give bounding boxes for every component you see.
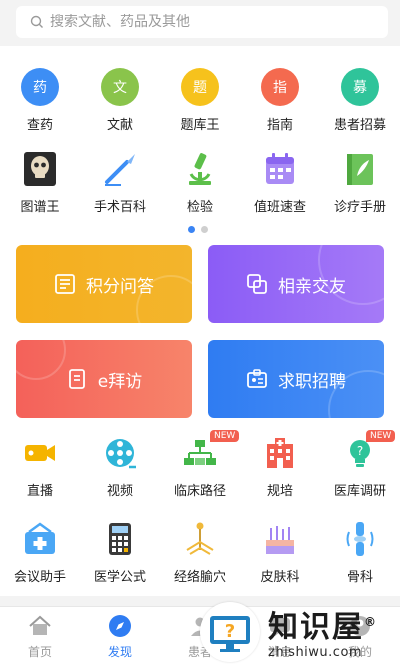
live-camera-icon — [25, 445, 55, 461]
page-dot[interactable] — [201, 226, 208, 233]
service-label: 规培 — [266, 484, 293, 499]
matchmaking-card[interactable]: 相亲交友 — [208, 245, 384, 323]
tool-literature[interactable]: 文 文献 — [80, 68, 160, 133]
home-icon — [29, 615, 51, 635]
tool-label: 图谱王 — [20, 200, 60, 215]
document-icon — [68, 369, 85, 389]
tool-guide[interactable]: 指 指南 — [240, 68, 320, 133]
chat-cards-icon — [247, 274, 267, 294]
id-card-icon — [247, 369, 267, 388]
watermark-title: 知识屋® — [268, 609, 378, 645]
service-acupoints[interactable]: 经络腧穴 — [160, 520, 240, 585]
patient-recruit-icon: 募 — [341, 68, 379, 106]
tool-label: 患者招募 — [333, 118, 386, 133]
tool-label: 题库王 — [180, 118, 220, 133]
service-label: 视频 — [106, 484, 133, 499]
job-search-card[interactable]: 求职招聘 — [208, 340, 384, 418]
new-badge: NEW — [366, 430, 396, 442]
scalpel-icon — [105, 154, 135, 186]
svg-text:?: ? — [225, 621, 235, 642]
search-icon — [30, 15, 43, 28]
service-meeting-assistant[interactable]: 会议助手 — [0, 520, 80, 585]
tab-label: 发现 — [107, 645, 132, 659]
page-dot-active[interactable] — [188, 226, 195, 233]
card-decoration — [16, 340, 66, 380]
list-icon — [55, 274, 75, 294]
watermark-url: zhishiwu.com — [268, 644, 363, 660]
quick-tools-row-2: 图谱王 手术百科 检验 值班速查 诊疗手册 — [0, 150, 400, 215]
watermark-logo: ? — [200, 602, 260, 662]
tool-label: 手术百科 — [93, 200, 146, 215]
svg-text:?: ? — [357, 444, 363, 458]
service-dermatology[interactable]: 皮肤科 — [240, 520, 320, 585]
tool-label: 查药 — [26, 118, 53, 133]
literature-icon: 文 — [101, 68, 139, 106]
acupoint-icon — [186, 522, 214, 555]
film-reel-icon — [106, 439, 136, 469]
meeting-kit-icon — [25, 522, 55, 554]
tab-label: 首页 — [27, 645, 52, 659]
skin-icon — [266, 526, 294, 554]
service-survey[interactable]: NEW ? 医库调研 — [320, 430, 400, 499]
tab-discover[interactable]: 发现 — [80, 607, 160, 666]
atlas-skull-icon — [24, 152, 56, 186]
question-monitor-icon: ? — [210, 616, 250, 652]
discover-page: 药 查药 文 文献 题 题库王 指 指南 募 患者招募 — [0, 0, 400, 666]
service-label: 经络腧穴 — [173, 570, 226, 585]
question-bank-icon: 题 — [181, 68, 219, 106]
watermark: ? 知识屋® zhishiwu.com — [200, 598, 400, 666]
service-residency-training[interactable]: 规培 — [240, 434, 320, 499]
drug-icon: 药 — [21, 68, 59, 106]
service-label: 直播 — [26, 484, 53, 499]
tool-label: 诊疗手册 — [333, 200, 386, 215]
bone-joint-icon — [346, 522, 374, 556]
tool-label: 检验 — [186, 200, 213, 215]
tool-drug[interactable]: 药 查药 — [0, 68, 80, 133]
services-row-1: 直播 视频 NEW 临床路径 规培 NEW ? 医库调研 — [0, 430, 400, 499]
calendar-icon — [266, 153, 294, 184]
search-box[interactable] — [16, 6, 388, 38]
tool-label: 值班速查 — [253, 200, 306, 215]
search-bar — [0, 0, 400, 46]
service-label: 会议助手 — [13, 570, 66, 585]
tool-lab-test[interactable]: 检验 — [160, 150, 240, 215]
microscope-icon — [189, 153, 211, 185]
new-badge: NEW — [210, 430, 240, 442]
quick-tools-row-1: 药 查药 文 文献 题 题库王 指 指南 募 患者招募 — [0, 68, 400, 133]
service-video[interactable]: 视频 — [80, 434, 160, 499]
tool-surgery-wiki[interactable]: 手术百科 — [80, 150, 160, 215]
tool-patient-recruit[interactable]: 募 患者招募 — [320, 68, 400, 133]
e-visit-card[interactable]: e拜访 — [16, 340, 192, 418]
handbook-icon — [347, 154, 373, 185]
guide-icon: 指 — [261, 68, 299, 106]
service-label: 医学公式 — [93, 570, 146, 585]
service-label: 皮肤科 — [260, 570, 300, 585]
compass-icon — [109, 615, 131, 637]
service-live[interactable]: 直播 — [0, 434, 80, 499]
tool-label: 指南 — [266, 118, 293, 133]
tab-home[interactable]: 首页 — [0, 607, 80, 666]
points-qa-card[interactable]: 积分问答 — [16, 245, 192, 323]
hospital-icon — [267, 438, 293, 468]
tool-handbook[interactable]: 诊疗手册 — [320, 150, 400, 215]
service-medical-formula[interactable]: 医学公式 — [80, 520, 160, 585]
search-input[interactable] — [50, 14, 370, 30]
tool-label: 文献 — [106, 118, 133, 133]
card-label: e拜访 — [97, 371, 143, 392]
watermark-text: 知识屋® zhishiwu.com — [268, 605, 378, 660]
tool-duty-lookup[interactable]: 值班速查 — [240, 150, 320, 215]
page-indicator — [188, 226, 208, 233]
service-clinical-pathway[interactable]: NEW 临床路径 — [160, 430, 240, 499]
service-orthopedics[interactable]: 骨科 — [320, 520, 400, 585]
tool-question-bank[interactable]: 题 题库王 — [160, 68, 240, 133]
calculator-icon — [109, 523, 131, 555]
service-label: 临床路径 — [173, 484, 226, 499]
service-label: 医库调研 — [333, 484, 386, 499]
tool-atlas[interactable]: 图谱王 — [0, 150, 80, 215]
services-row-2: 会议助手 医学公式 经络腧穴 皮肤科 骨科 — [0, 520, 400, 585]
service-label: 骨科 — [346, 570, 373, 585]
